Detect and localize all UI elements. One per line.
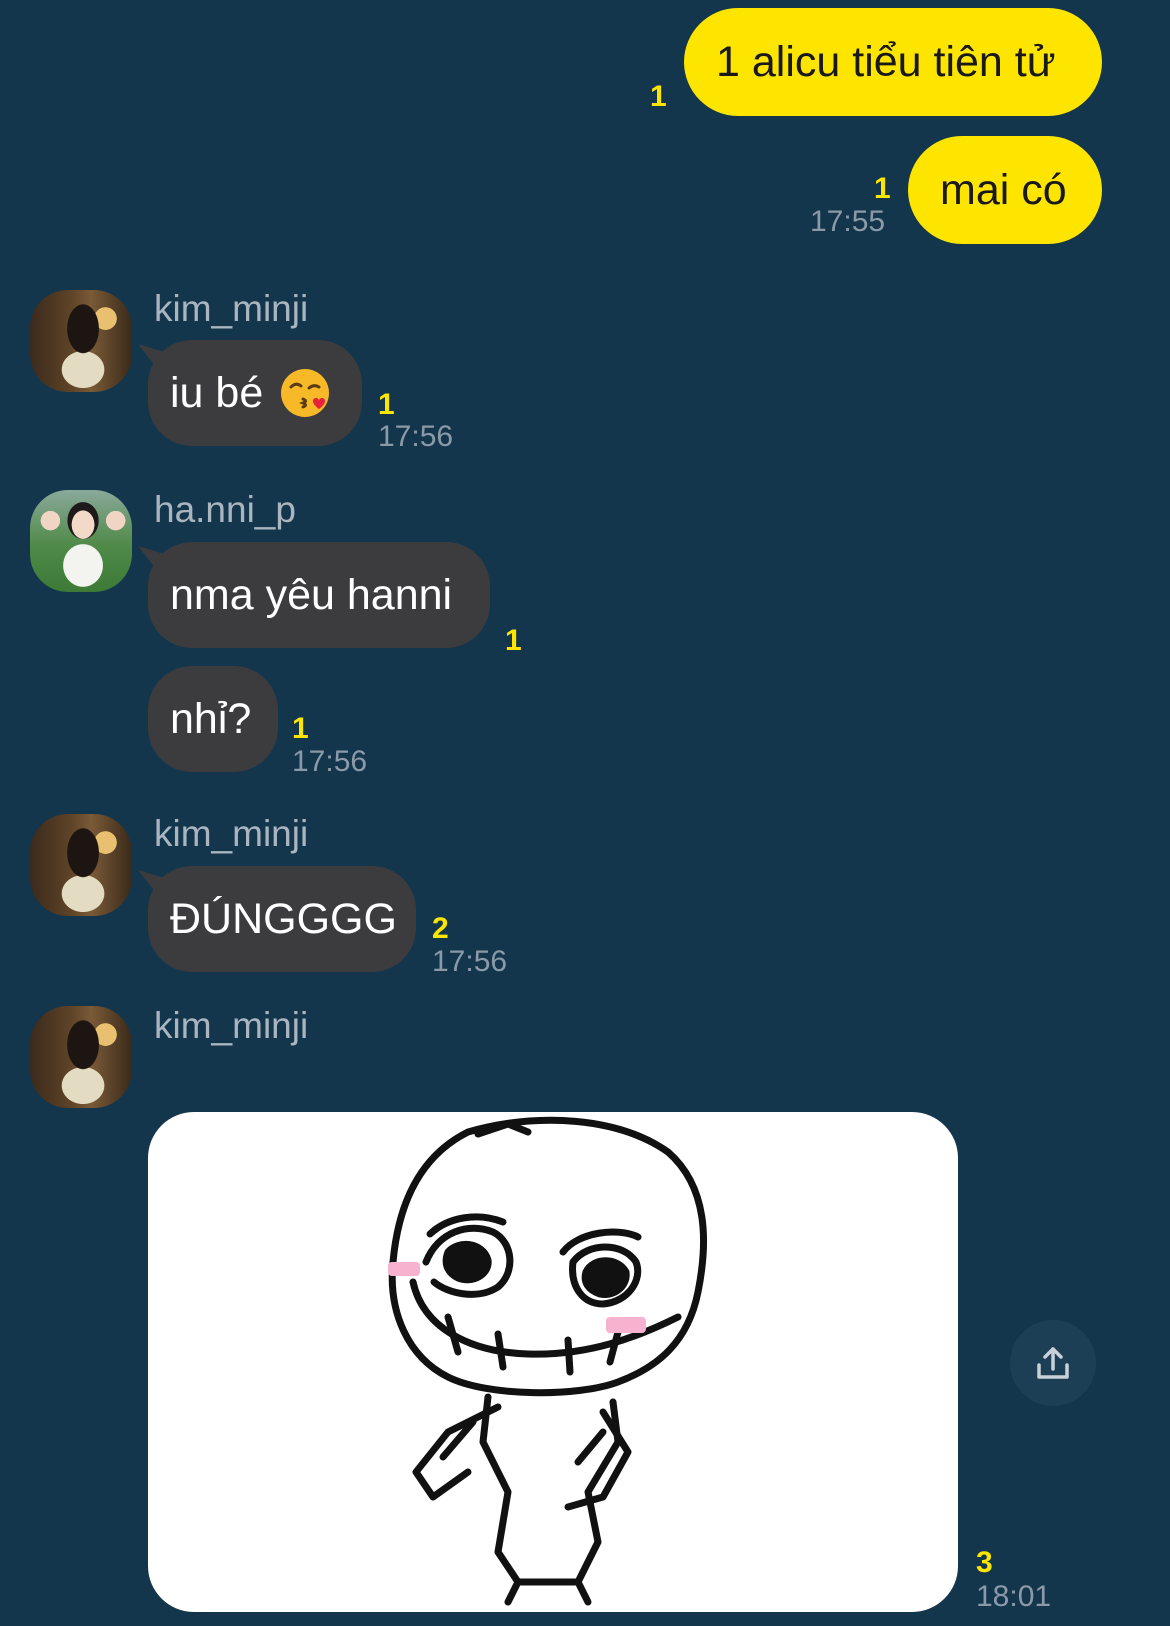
avatar[interactable] xyxy=(30,1006,132,1108)
sender-name: kim_minji xyxy=(154,1005,309,1046)
their-message-bubble[interactable]: iu bé xyxy=(148,340,362,446)
share-icon xyxy=(1037,1347,1069,1379)
my-message-bubble[interactable]: 1 alicu tiểu tiên tử xyxy=(684,8,1102,116)
their-message-bubble[interactable]: ĐÚNGGGG xyxy=(148,866,416,972)
their-message-bubble[interactable]: nhỉ? xyxy=(148,666,278,772)
message-text: 1 alicu tiểu tiên tử xyxy=(716,37,1056,86)
unread-count: 3 xyxy=(976,1546,993,1579)
unread-count: 1 xyxy=(874,172,891,205)
smug-meme-face-sticker xyxy=(388,1116,708,1606)
unread-count: 1 xyxy=(378,388,395,421)
avatar[interactable] xyxy=(30,290,132,392)
message-text: mai có xyxy=(940,165,1067,214)
sender-name: ha.nni_p xyxy=(154,489,296,530)
avatar[interactable] xyxy=(30,814,132,916)
unread-count: 1 xyxy=(505,624,522,657)
unread-count: 1 xyxy=(650,80,667,113)
message-text: iu bé xyxy=(170,368,264,417)
sender-name: kim_minji xyxy=(154,288,309,329)
avatar[interactable] xyxy=(30,490,132,592)
message-text: nhỉ? xyxy=(170,694,252,743)
message-time: 17:56 xyxy=(378,420,454,453)
kissing-face-heart-icon xyxy=(281,369,330,417)
message-time: 17:56 xyxy=(292,745,368,778)
my-message-bubble[interactable]: mai có xyxy=(908,136,1102,244)
message-time: 17:55 xyxy=(810,205,886,238)
message-time: 17:56 xyxy=(432,945,508,978)
their-message-bubble[interactable]: nma yêu hanni xyxy=(148,542,490,648)
share-button[interactable] xyxy=(1010,1320,1096,1406)
message-text: ĐÚNGGGG xyxy=(170,894,397,943)
sender-name: kim_minji xyxy=(154,813,309,854)
message-time: 18:01 xyxy=(976,1580,1052,1613)
sticker-image[interactable] xyxy=(148,1112,958,1612)
unread-count: 1 xyxy=(292,712,309,745)
unread-count: 2 xyxy=(432,912,449,945)
message-text: nma yêu hanni xyxy=(170,570,453,619)
